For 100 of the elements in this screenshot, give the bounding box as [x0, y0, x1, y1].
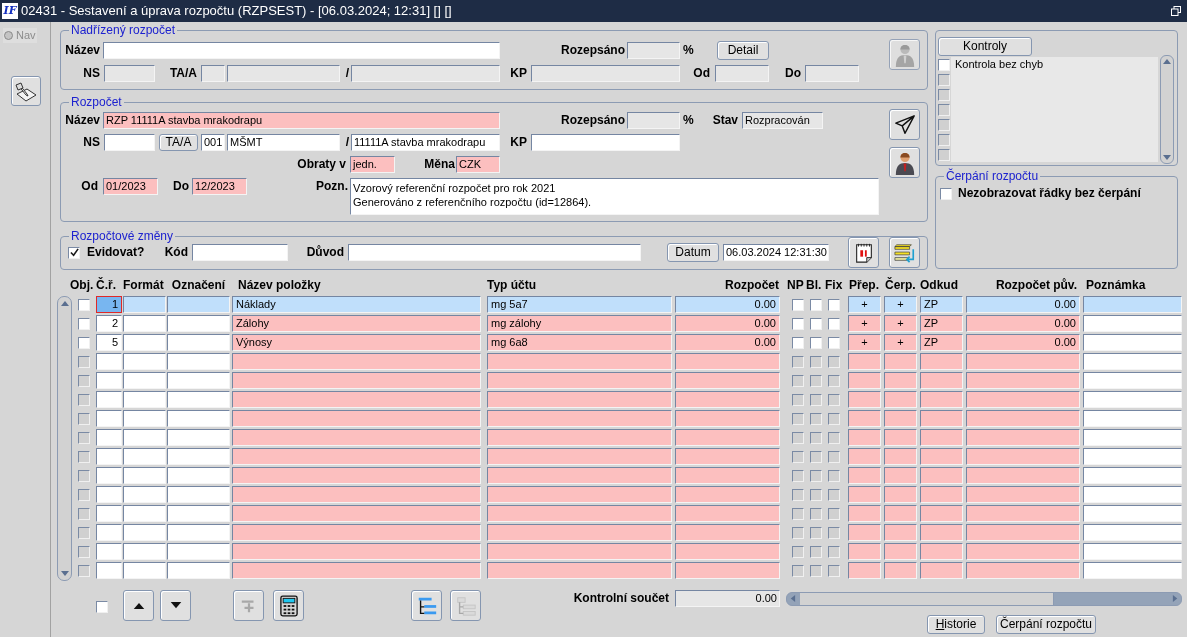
checkbox[interactable]	[792, 336, 804, 349]
input-field[interactable]: CZK	[456, 156, 500, 173]
table-cell[interactable]: ZP	[920, 334, 963, 351]
table-cell[interactable]	[1083, 296, 1182, 313]
calculator-button[interactable]	[273, 590, 304, 621]
input-field[interactable]	[227, 65, 340, 82]
scroll-right-icon[interactable]	[1172, 594, 1179, 603]
table-cell[interactable]: Náklady	[232, 296, 481, 313]
checkbox[interactable]	[78, 336, 90, 349]
vertical-scrollbar[interactable]	[57, 296, 72, 581]
input-field[interactable]: MŠMT	[227, 134, 340, 151]
input-field[interactable]	[531, 134, 680, 151]
table-cell[interactable]: +	[848, 296, 881, 313]
calendar-button[interactable]	[848, 237, 879, 268]
detail-button[interactable]: Detail	[717, 41, 769, 60]
table-cell[interactable]: +	[884, 334, 917, 351]
table-cell[interactable]: 0.00	[966, 296, 1080, 313]
input-field[interactable]	[351, 65, 500, 82]
checkbox[interactable]	[78, 317, 90, 330]
input-field[interactable]: 0.00	[675, 590, 780, 607]
tree-button[interactable]	[450, 590, 481, 621]
move-down-button[interactable]	[160, 590, 191, 621]
checkbox[interactable]	[792, 298, 804, 311]
input-field[interactable]	[192, 244, 288, 261]
checkbox[interactable]	[828, 317, 840, 330]
scroll-down-icon[interactable]	[1162, 154, 1172, 162]
table-cell[interactable]: 2	[96, 315, 122, 332]
input-field[interactable]	[104, 65, 155, 82]
date-button[interactable]: Datum	[667, 243, 719, 262]
table-cell[interactable]: mg 5a7	[487, 296, 672, 313]
input-field[interactable]	[627, 42, 680, 59]
note-field[interactable]: Vzorový referenční rozpočet pro rok 2021 Generováno z referenčního rozpočtu (id=12864).	[350, 178, 879, 215]
input-field[interactable]: 11111A stavba mrakodrapu	[351, 134, 500, 151]
table-cell[interactable]: 0.00	[675, 296, 780, 313]
input-field[interactable]	[627, 112, 680, 129]
footer-button[interactable]: Čerpání rozpočtu	[996, 615, 1096, 634]
input-field[interactable]	[103, 42, 500, 59]
scroll-down-icon[interactable]	[59, 570, 70, 578]
table-cell[interactable]: Zálohy	[232, 315, 481, 332]
table-cell[interactable]: +	[848, 334, 881, 351]
scrollbar-thumb[interactable]	[800, 592, 1054, 605]
checkbox[interactable]	[68, 246, 80, 259]
table-cell[interactable]: 1	[96, 296, 122, 313]
table-cell[interactable]	[167, 334, 230, 351]
table-cell[interactable]: +	[848, 315, 881, 332]
check-item-label[interactable]: Kontrola bez chyb	[955, 56, 1044, 73]
checkbox[interactable]	[78, 298, 90, 311]
input-field[interactable]: RZP 11111A stavba mrakodrapu	[103, 112, 500, 129]
table-cell[interactable]: 0.00	[966, 334, 1080, 351]
table-cell[interactable]: mg zálohy	[487, 315, 672, 332]
input-field[interactable]: Rozpracován	[742, 112, 823, 129]
send-button[interactable]	[889, 109, 920, 140]
input-field[interactable]: 12/2023	[192, 178, 247, 195]
input-field[interactable]	[348, 244, 641, 261]
checkbox[interactable]	[810, 298, 822, 311]
scroll-up-icon[interactable]	[1162, 57, 1172, 65]
scroll-left-icon[interactable]	[789, 594, 796, 603]
input-field[interactable]: 01/2023	[103, 178, 158, 195]
checkbox[interactable]	[938, 58, 950, 71]
taa-button[interactable]: TA/A	[159, 134, 198, 151]
tree-button[interactable]	[411, 590, 442, 621]
table-cell[interactable]: 5	[96, 334, 122, 351]
table-cell[interactable]	[123, 334, 166, 351]
move-up-button[interactable]	[123, 590, 154, 621]
table-cell[interactable]	[1083, 315, 1182, 332]
toolbar-button[interactable]	[11, 76, 41, 106]
input-field[interactable]	[104, 134, 155, 151]
input-field[interactable]: 06.03.2024 12:31:30	[723, 244, 829, 261]
table-cell[interactable]: ZP	[920, 296, 963, 313]
checkbox[interactable]	[792, 317, 804, 330]
horizontal-scrollbar[interactable]	[786, 591, 1182, 606]
checkbox[interactable]	[96, 601, 108, 613]
table-cell[interactable]: ZP	[920, 315, 963, 332]
checkbox[interactable]	[810, 336, 822, 349]
table-cell[interactable]: +	[884, 315, 917, 332]
table-cell[interactable]: 0.00	[675, 315, 780, 332]
checkbox[interactable]	[828, 336, 840, 349]
table-cell[interactable]	[123, 315, 166, 332]
footer-button[interactable]: Historie	[927, 615, 985, 634]
table-cell[interactable]: Výnosy	[232, 334, 481, 351]
scroll-up-icon[interactable]	[59, 299, 70, 307]
input-field[interactable]	[805, 65, 859, 82]
table-cell[interactable]	[167, 315, 230, 332]
checkbox[interactable]	[810, 317, 822, 330]
checkbox[interactable]	[940, 187, 952, 200]
person-button[interactable]	[889, 147, 920, 178]
table-cell[interactable]: 0.00	[966, 315, 1080, 332]
input-field[interactable]: jedn.	[350, 156, 395, 173]
table-cell[interactable]	[123, 296, 166, 313]
table-cell[interactable]: +	[884, 296, 917, 313]
add-row-button[interactable]	[233, 590, 264, 621]
transfer-button[interactable]	[889, 237, 920, 268]
table-cell[interactable]	[167, 296, 230, 313]
vertical-scrollbar[interactable]	[1160, 55, 1174, 164]
input-field[interactable]: 001	[201, 134, 225, 151]
restore-icon[interactable]	[1171, 6, 1181, 16]
input-field[interactable]	[715, 65, 769, 82]
checkbox[interactable]	[828, 298, 840, 311]
table-cell[interactable]	[1083, 334, 1182, 351]
table-cell[interactable]: 0.00	[675, 334, 780, 351]
